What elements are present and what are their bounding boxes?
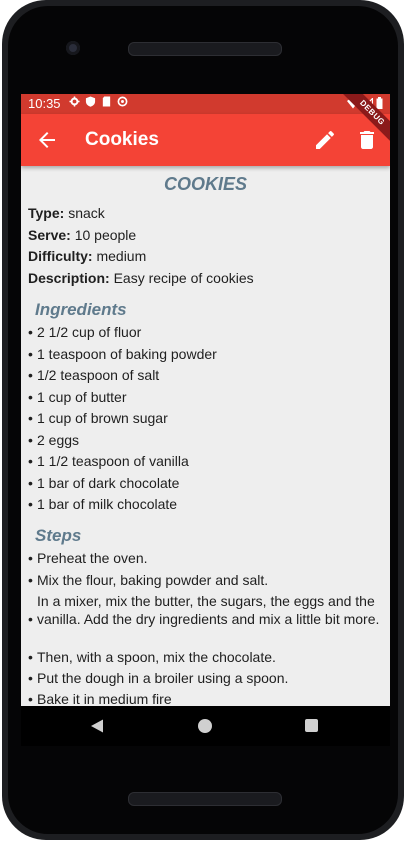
- bullet-dot: •: [28, 496, 33, 512]
- ingredient-text: 1 teaspoon of baking powder: [37, 346, 217, 362]
- step-text: Put the dough in a broiler using a spoon…: [37, 670, 289, 686]
- bullet-dot: •: [28, 475, 33, 491]
- bullet-dot: •: [28, 453, 33, 469]
- bottom-speaker: [128, 792, 282, 806]
- data-saver-icon: [117, 96, 128, 107]
- bullet-dot: •: [28, 389, 33, 405]
- status-notification-icons: [69, 96, 128, 107]
- description-value: Easy recipe of cookies: [113, 270, 254, 286]
- recipe-type: Type: snack: [28, 205, 105, 221]
- difficulty-label: Difficulty:: [28, 248, 93, 264]
- ingredient-text: 1 cup of butter: [37, 389, 127, 405]
- recipe-description: Description: Easy recipe of cookies: [28, 270, 254, 286]
- status-bar: 10:35: [21, 94, 390, 114]
- recipe-difficulty: Difficulty: medium: [28, 248, 146, 264]
- settings-icon: [69, 96, 80, 107]
- ingredient-text: 1 cup of brown sugar: [37, 410, 168, 426]
- bullet-dot: •: [28, 346, 33, 362]
- bullet-dot: •: [28, 572, 33, 588]
- nav-recents-square-icon[interactable]: [305, 719, 318, 732]
- recipe-serve: Serve: 10 people: [28, 227, 136, 243]
- bullet-dot: •: [28, 649, 33, 665]
- difficulty-value: medium: [96, 248, 147, 264]
- phone-frame: 10:35 Cookies DEBUG COOKIES Type: snack: [2, 0, 404, 840]
- sd-card-icon: [102, 96, 111, 107]
- ingredient-text: 1 bar of milk chocolate: [37, 496, 178, 512]
- bullet-dot: •: [28, 324, 33, 340]
- top-speaker: [128, 42, 282, 56]
- ingredient-text: 1 1/2 teaspoon of vanilla: [37, 453, 189, 469]
- ingredient-text: 2 1/2 cup of fluor: [37, 324, 142, 340]
- serve-value: 10 people: [74, 227, 137, 243]
- bullet-dot: •: [28, 611, 33, 627]
- bullet-dot: •: [28, 410, 33, 426]
- app-bar-title: Cookies: [85, 129, 159, 150]
- bullet-dot: •: [28, 367, 33, 383]
- nav-back-triangle-icon[interactable]: [90, 719, 104, 733]
- app-bar: Cookies: [21, 114, 390, 166]
- step-text: Bake it in medium fire: [37, 691, 172, 706]
- step-text: In a mixer, mix the butter, the sugars, …: [37, 593, 380, 627]
- edit-pencil-icon[interactable]: [313, 128, 337, 152]
- ingredient-text: 1/2 teaspoon of salt: [37, 367, 160, 383]
- bullet-dot: •: [28, 432, 33, 448]
- description-label: Description:: [28, 270, 110, 286]
- back-arrow-icon[interactable]: [35, 128, 59, 152]
- bullet-dot: •: [28, 691, 33, 706]
- system-nav-bar: [21, 706, 390, 746]
- shield-icon: [85, 96, 96, 107]
- type-label: Type:: [28, 205, 65, 221]
- step-text: Preheat the oven.: [37, 550, 148, 566]
- bullet-dot: •: [28, 670, 33, 686]
- recipe-content: COOKIES Type: snack Serve: 10 people Dif…: [21, 166, 390, 706]
- front-camera: [66, 41, 80, 55]
- ingredient-text: 1 bar of dark chocolate: [37, 475, 180, 491]
- ingredient-text: 2 eggs: [37, 432, 80, 448]
- type-value: snack: [68, 205, 105, 221]
- serve-label: Serve:: [28, 227, 71, 243]
- status-time: 10:35: [28, 96, 61, 111]
- screen: 10:35 Cookies DEBUG COOKIES Type: snack: [21, 94, 390, 746]
- ingredients-heading: Ingredients: [35, 300, 127, 319]
- nav-home-circle-icon[interactable]: [198, 719, 212, 733]
- bullet-dot: •: [28, 550, 33, 566]
- recipe-title: COOKIES: [163, 174, 247, 194]
- step-text: Mix the flour, baking powder and salt.: [37, 572, 269, 588]
- steps-heading: Steps: [35, 526, 82, 545]
- delete-trash-icon[interactable]: [355, 128, 379, 152]
- step-text: Then, with a spoon, mix the chocolate.: [37, 649, 276, 665]
